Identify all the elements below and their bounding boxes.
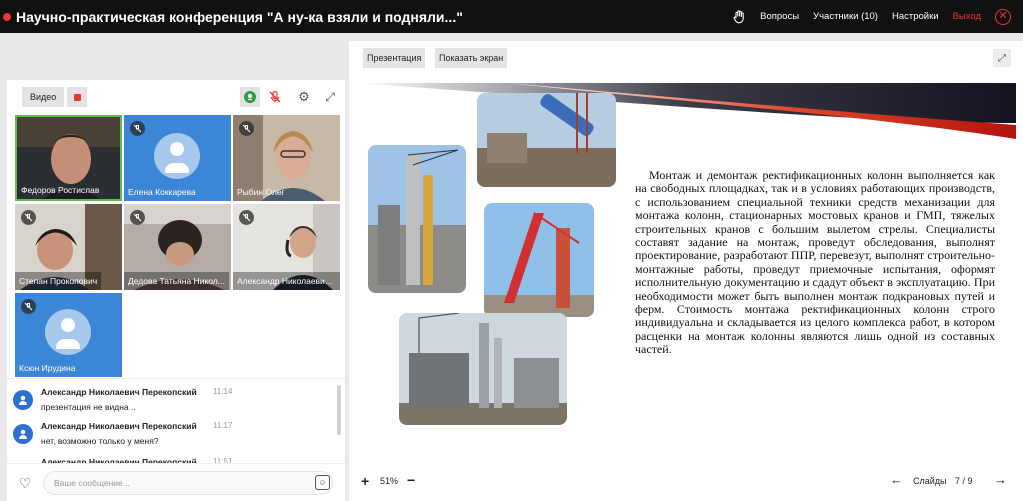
- mic-off-icon: [21, 210, 36, 225]
- tab-share-screen[interactable]: Показать экран: [435, 48, 508, 68]
- message-time: 11:17: [213, 421, 233, 430]
- participant-name: Елена Коккарева: [128, 187, 196, 197]
- participant-name: Александр Николаевич...: [233, 272, 340, 290]
- video-toolbar: Видео ⚙ ⤢: [7, 80, 345, 112]
- message-text: презентация не видна ..: [41, 402, 136, 412]
- mic-off-icon: [239, 121, 254, 136]
- participant-tile[interactable]: Федоров Ростислав: [15, 115, 122, 201]
- slide-photo: [477, 93, 616, 187]
- chat-message: Александр Николаевич Перекопский 11:17 н…: [13, 419, 333, 457]
- slide-photo: [484, 203, 594, 317]
- message-text: нет, возможно только у меня?: [41, 436, 159, 446]
- tab-presentation[interactable]: Презентация: [363, 48, 426, 68]
- presentation-panel: Презентация Показать экран ⤢ Монтаж и де…: [349, 41, 1023, 501]
- participant-tile[interactable]: Елена Коккарева: [124, 115, 231, 201]
- avatar: [45, 309, 91, 355]
- participant-tile[interactable]: Ксюн Ирудина: [15, 293, 122, 377]
- participant-name: Дедова Татьяна Никол...: [124, 272, 229, 290]
- expand-icon[interactable]: ⤢: [320, 87, 340, 107]
- mic-off-icon: [130, 121, 145, 136]
- message-input[interactable]: [43, 471, 333, 495]
- message-author: Александр Николаевич Перекопский: [41, 387, 197, 397]
- user-icon: [13, 424, 33, 444]
- record-button[interactable]: [67, 87, 87, 107]
- participants-button[interactable]: Участники (10): [813, 11, 878, 22]
- recording-indicator-icon: [3, 12, 11, 21]
- message-author: Александр Николаевич Перекопский: [41, 421, 197, 431]
- zoom-in-button[interactable]: +: [361, 473, 369, 489]
- slide-photo: [399, 313, 567, 425]
- chat-panel: Александр Николаевич Перекопский 11:14 п…: [7, 378, 345, 501]
- participant-name: Степан Прокопович: [15, 272, 102, 290]
- participant-name: Федоров Ростислав: [21, 185, 100, 195]
- chat-message: Александр Николаевич Перекопский 11:14 п…: [13, 385, 333, 423]
- chat-input-bar: ♡ ☺: [7, 463, 345, 501]
- conference-title: Научно-практическая конференция "А ну-ка…: [16, 8, 463, 25]
- slide-text: Монтаж и демонтаж ректификационных колон…: [635, 168, 995, 357]
- record-icon: [73, 93, 81, 101]
- emoji-icon[interactable]: ☺: [315, 475, 330, 490]
- chat-scrollbar[interactable]: [337, 385, 341, 435]
- mic-off-icon: [130, 210, 145, 225]
- participant-tile[interactable]: Степан Прокопович: [15, 204, 122, 290]
- raise-hand-icon[interactable]: [732, 9, 746, 24]
- heart-icon[interactable]: ♡: [17, 475, 33, 491]
- top-bar: Научно-практическая конференция "А ну-ка…: [0, 0, 1023, 33]
- top-actions: Вопросы Участники (10) Настройки Выход ✕: [732, 0, 1011, 33]
- previous-slide-button[interactable]: ←: [890, 472, 903, 487]
- participant-name: Ксюн Ирудина: [19, 363, 76, 373]
- slide: Монтаж и демонтаж ректификационных колон…: [357, 83, 1016, 458]
- close-icon[interactable]: ✕: [995, 8, 1011, 25]
- presentation-controls: + 51% − ← Слайды 7 / 9 →: [349, 461, 1023, 501]
- gear-icon[interactable]: ⚙: [294, 87, 314, 107]
- fullscreen-icon[interactable]: ⤢: [993, 49, 1011, 67]
- location-pin-icon: [244, 91, 256, 103]
- participant-tile[interactable]: Дедова Татьяна Никол...: [124, 204, 231, 290]
- mic-off-icon: [269, 90, 281, 103]
- zoom-out-button[interactable]: −: [407, 472, 415, 488]
- zoom-level: 51%: [380, 476, 399, 486]
- participant-name: Рыбин Олег: [237, 187, 285, 197]
- mic-off-icon: [239, 210, 254, 225]
- settings-button[interactable]: Настройки: [892, 11, 939, 22]
- avatar: [154, 133, 200, 179]
- questions-button[interactable]: Вопросы: [760, 11, 799, 22]
- slide-counter: 7 / 9: [955, 476, 973, 486]
- user-icon: [13, 390, 33, 410]
- mic-status-button[interactable]: [240, 87, 260, 107]
- next-slide-button[interactable]: →: [994, 472, 1007, 487]
- video-panel: Видео ⚙ ⤢ Федоров Ростислав Елена Коккар…: [7, 80, 345, 501]
- video-button[interactable]: Видео: [22, 87, 65, 107]
- mic-off-icon: [21, 299, 36, 314]
- presentation-toolbar: Презентация Показать экран ⤢: [349, 41, 1023, 74]
- message-time: 11:14: [213, 387, 233, 396]
- participant-tile[interactable]: Александр Николаевич...: [233, 204, 340, 290]
- exit-button[interactable]: Выход: [953, 11, 981, 22]
- slide-photo: [368, 145, 466, 293]
- participant-tile[interactable]: Рыбин Олег: [233, 115, 340, 201]
- slides-label: Слайды: [913, 476, 947, 486]
- mute-microphone-button[interactable]: [265, 87, 285, 107]
